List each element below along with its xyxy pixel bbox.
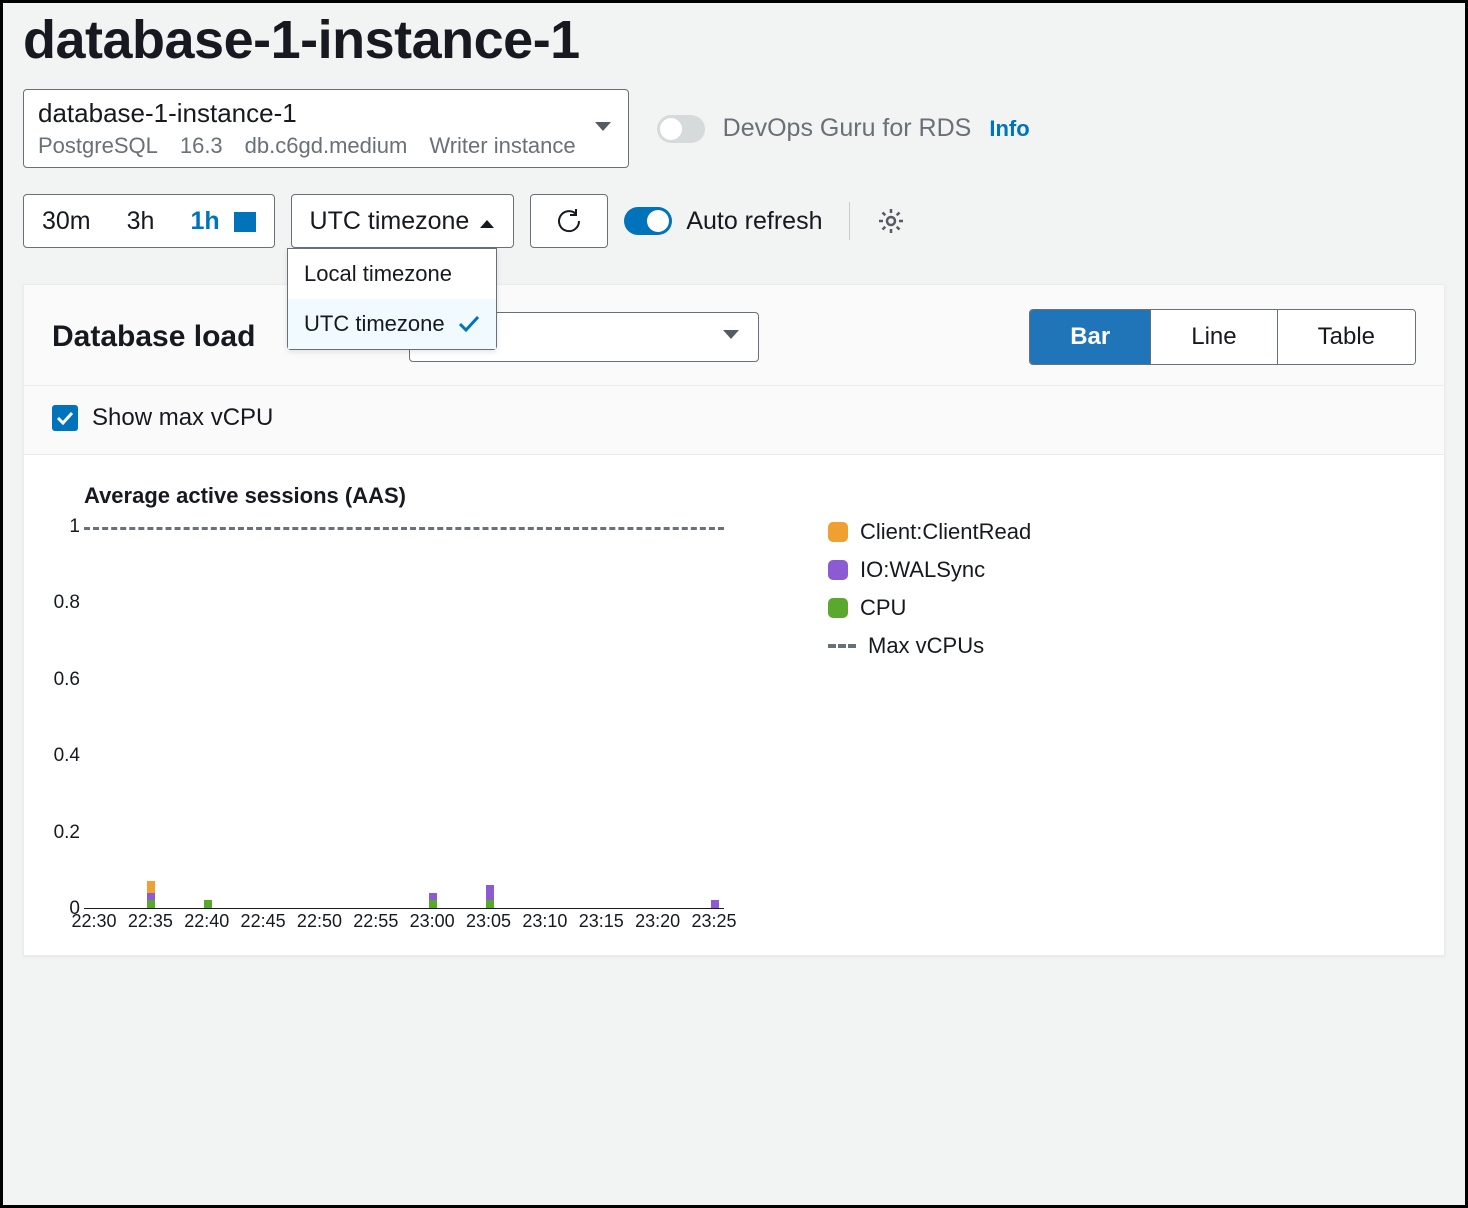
show-max-vcpu-checkbox[interactable] — [52, 405, 78, 431]
caret-down-icon — [722, 328, 740, 346]
calendar-icon — [234, 210, 256, 232]
devops-label: DevOps Guru for RDS — [723, 114, 972, 143]
legend-item[interactable]: CPU — [828, 595, 1031, 621]
timezone-dropdown: Local timezone UTC timezone — [287, 248, 497, 350]
auto-refresh-toggle[interactable] — [624, 207, 672, 235]
timezone-selected-label: UTC timezone — [310, 207, 470, 236]
page-title: database-1-instance-1 — [23, 9, 1445, 71]
chart-legend: Client:ClientRead IO:WALSync CPU Max vCPUs — [828, 483, 1031, 927]
refresh-icon — [554, 206, 584, 236]
check-icon — [458, 315, 480, 333]
time-range-1h[interactable]: 1h — [172, 195, 273, 247]
view-line[interactable]: Line — [1150, 310, 1276, 364]
gear-icon[interactable] — [876, 206, 906, 236]
auto-refresh-label: Auto refresh — [686, 207, 822, 236]
view-table[interactable]: Table — [1277, 310, 1415, 364]
instance-role: Writer instance — [429, 133, 575, 159]
instance-name: database-1-instance-1 — [38, 98, 576, 129]
panel-title: Database load — [52, 320, 255, 354]
database-load-panel: Database load Bar Line Table Show max vC… — [23, 284, 1445, 956]
instance-engine: PostgreSQL — [38, 133, 158, 159]
timezone-option-label: Local timezone — [304, 261, 452, 287]
refresh-button[interactable] — [530, 194, 608, 248]
caret-down-icon — [594, 120, 612, 138]
chart-title: Average active sessions (AAS) — [84, 483, 804, 509]
instance-class: db.c6gd.medium — [245, 133, 408, 159]
timezone-option-label: UTC timezone — [304, 311, 445, 337]
chart-plot: 00.20.40.60.81 22:3022:3522:4022:4522:50… — [84, 527, 724, 927]
devops-toggle[interactable] — [657, 115, 705, 143]
view-bar[interactable]: Bar — [1030, 310, 1150, 364]
time-range-1h-label: 1h — [190, 207, 219, 236]
divider — [849, 202, 850, 240]
chart-view-segment: Bar Line Table — [1029, 309, 1416, 365]
legend-item[interactable]: Client:ClientRead — [828, 519, 1031, 545]
time-range-segment: 30m 3h 1h — [23, 194, 275, 248]
instance-version: 16.3 — [180, 133, 223, 159]
legend-item[interactable]: IO:WALSync — [828, 557, 1031, 583]
instance-select[interactable]: database-1-instance-1 PostgreSQL 16.3 db… — [23, 89, 629, 168]
show-max-vcpu-label[interactable]: Show max vCPU — [92, 404, 273, 432]
timezone-select[interactable]: UTC timezone — [291, 194, 515, 248]
legend-item[interactable]: Max vCPUs — [828, 633, 1031, 659]
caret-up-icon — [479, 207, 495, 236]
info-link[interactable]: Info — [989, 116, 1029, 142]
timezone-option-utc[interactable]: UTC timezone — [288, 299, 496, 349]
time-range-3h[interactable]: 3h — [109, 195, 173, 247]
timezone-option-local[interactable]: Local timezone — [288, 249, 496, 299]
time-range-30m[interactable]: 30m — [24, 195, 109, 247]
